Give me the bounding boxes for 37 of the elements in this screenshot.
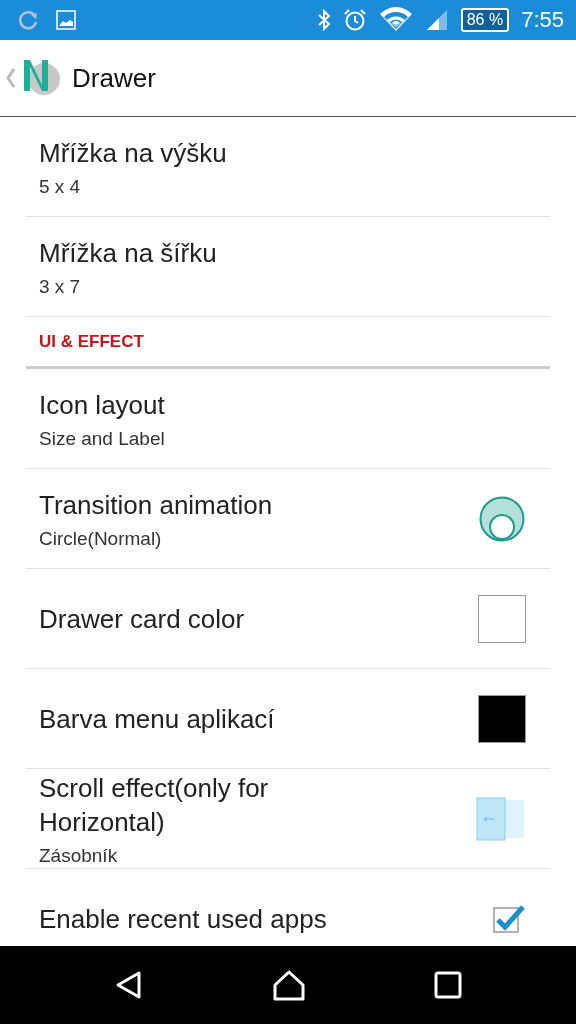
setting-title: Scroll effect(only for Horizontal): [39, 771, 270, 839]
image-icon: [56, 10, 76, 30]
setting-value: 3 x 7: [39, 275, 82, 298]
color-swatch[interactable]: [478, 594, 526, 643]
stack-effect-icon: [476, 796, 526, 841]
back-icon[interactable]: [114, 970, 144, 1000]
wifi-icon: [378, 7, 413, 33]
settings-row[interactable]: Barva menu aplikací: [26, 669, 550, 769]
clock: 7:55: [521, 7, 564, 33]
setting-title: Barva menu aplikací: [39, 702, 275, 736]
bluetooth-icon: [316, 9, 331, 31]
alarm-icon: [342, 8, 367, 32]
checkbox[interactable]: [492, 903, 526, 934]
battery-indicator: 86 %: [460, 8, 510, 32]
screen-title: Drawer: [72, 62, 156, 94]
settings-row[interactable]: Mřížka na výšku 5 x 4: [26, 117, 550, 217]
settings-row[interactable]: Mřížka na šířku 3 x 7: [26, 217, 550, 317]
setting-value: Circle(Normal): [39, 527, 163, 550]
setting-title: Drawer card color: [39, 602, 245, 636]
home-icon[interactable]: [272, 969, 306, 1001]
sync-icon: [18, 9, 40, 31]
settings-row[interactable]: Drawer card color: [26, 569, 550, 669]
settings-row[interactable]: Scroll effect(only for Horizontal) Zásobník: [26, 769, 550, 869]
setting-title: Mřížka na šířku: [39, 236, 217, 270]
setting-value: Zásobník: [39, 844, 119, 867]
color-swatch[interactable]: [478, 694, 526, 743]
setting-title: Mřížka na výšku: [39, 136, 227, 170]
setting-title: Transition animation: [39, 488, 273, 522]
setting-value: 5 x 4: [39, 175, 82, 198]
recent-apps-icon[interactable]: [434, 971, 462, 999]
setting-value: Size and Label: [39, 427, 165, 450]
settings-row[interactable]: Icon layout Size and Label: [26, 369, 550, 469]
settings-row[interactable]: Transition animation Circle(Normal): [26, 469, 550, 569]
setting-title: Icon layout: [39, 388, 165, 422]
circle-animation-icon: [478, 494, 526, 543]
setting-title: Enable recent used apps: [39, 902, 327, 936]
section-header: UI & EFFECT: [39, 331, 144, 352]
